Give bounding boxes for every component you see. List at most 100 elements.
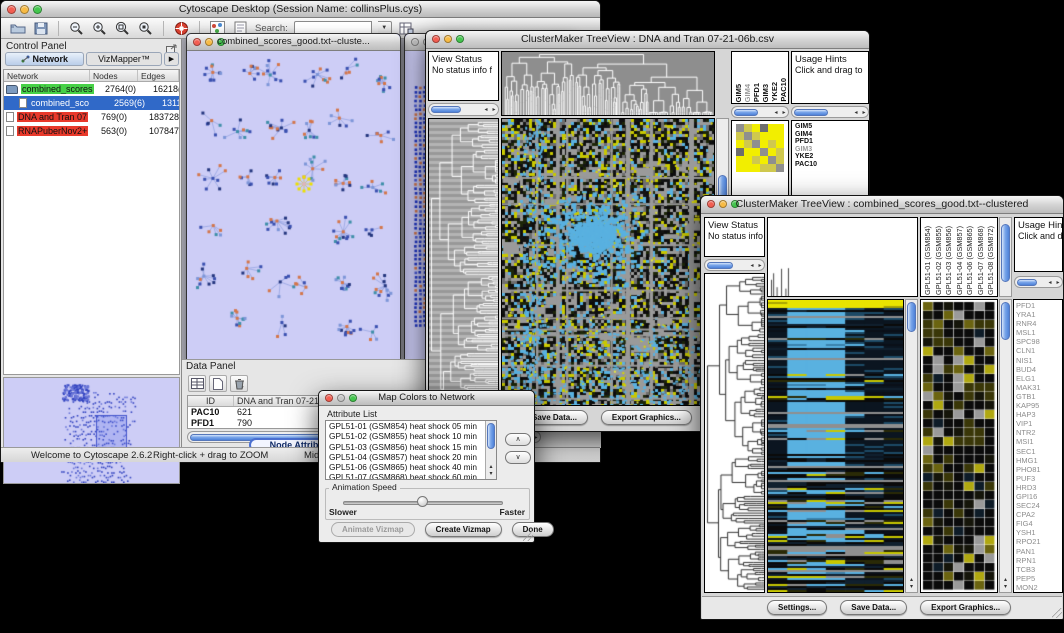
column-label[interactable]: GPL51-03 (GSM856) (944, 226, 955, 295)
scroll-right-icon[interactable]: ▸ (490, 106, 498, 113)
attribute-item[interactable]: GPL51-02 (GSM855) heat shock 10 min (326, 431, 496, 441)
slider-thumb[interactable] (417, 496, 428, 507)
scroll-right-icon[interactable]: ▸ (756, 262, 764, 269)
minimize-button[interactable] (205, 38, 213, 46)
minimize-button[interactable] (20, 5, 29, 14)
column-label[interactable]: GPL51-07 (GSM868) (976, 226, 987, 295)
row-label[interactable]: PAC10 (795, 161, 868, 169)
gene-label[interactable]: KAP95 (1016, 401, 1062, 410)
treeview-button[interactable]: Save Data... (840, 600, 907, 615)
move-down-button[interactable]: ∨ (505, 451, 531, 464)
scroll-left-icon[interactable]: ◂ (748, 262, 756, 269)
close-button[interactable] (7, 5, 16, 14)
tv2-titlebar[interactable]: ClusterMaker TreeView : combined_scores_… (701, 196, 1063, 214)
scroll-right-icon[interactable]: ▸ (780, 109, 788, 116)
column-label[interactable]: PFD1 (752, 83, 761, 102)
tv1-column-dendrogram-canvas[interactable] (502, 52, 714, 115)
tv1-heatmap[interactable] (501, 118, 715, 406)
gene-label[interactable]: YSH1 (1016, 528, 1062, 537)
attribute-item[interactable]: GPL51-01 (GSM854) heat shock 05 min (326, 421, 496, 431)
network-view-1-canvas[interactable] (188, 52, 399, 363)
close-button[interactable] (707, 200, 715, 208)
move-up-button[interactable]: ∧ (505, 433, 531, 446)
tv2-cluster-heatmap[interactable] (920, 299, 998, 593)
resize-grip[interactable] (1052, 608, 1062, 618)
gene-label[interactable]: NIS1 (1016, 356, 1062, 365)
gene-label[interactable]: PFD1 (1016, 301, 1062, 310)
tv1-titlebar[interactable]: ClusterMaker TreeView : DNA and Tran 07-… (426, 31, 869, 49)
tv1-status-hscrollbar[interactable]: ◂ ▸ (428, 103, 499, 116)
tv2-heatmap[interactable] (767, 299, 904, 593)
scroll-up-icon[interactable]: ▴ (489, 464, 492, 470)
scrollbar-thumb[interactable] (734, 109, 758, 116)
minimize-button[interactable] (337, 394, 345, 402)
gene-label[interactable]: HRD3 (1016, 483, 1062, 492)
resize-grip[interactable] (523, 531, 533, 541)
scrollbar-thumb[interactable] (707, 262, 733, 269)
tv2-row-dendrogram-canvas[interactable] (705, 274, 764, 592)
scroll-right-icon[interactable]: ▸ (860, 109, 868, 116)
gene-label[interactable]: FIG4 (1016, 519, 1062, 528)
scroll-up-icon[interactable]: ▴ (1004, 577, 1007, 583)
tv1-row-dendrogram[interactable] (428, 118, 499, 429)
scroll-down-icon[interactable]: ▾ (1004, 584, 1007, 590)
tv1-heatmap-canvas[interactable] (502, 119, 714, 405)
minimize-button[interactable] (719, 200, 727, 208)
gene-label[interactable]: MON2 (1016, 583, 1062, 592)
gene-label[interactable]: YRA1 (1016, 310, 1062, 319)
scroll-arrows[interactable]: ▴▾ (486, 464, 496, 478)
row-label[interactable]: GIM5 (795, 123, 868, 131)
dialog-button[interactable]: Animate Vizmap (331, 522, 415, 537)
tv2-column-dendrogram-canvas[interactable] (768, 218, 917, 296)
network-overview-canvas[interactable] (4, 378, 179, 483)
gene-label[interactable]: PUF3 (1016, 474, 1062, 483)
tv1-column-dendrogram[interactable] (501, 51, 715, 116)
network1-titlebar[interactable]: combined_scores_good.txt--cluste... (187, 34, 400, 51)
zoom-out-icon[interactable] (68, 20, 85, 36)
scrollbar-thumb[interactable] (1001, 224, 1010, 282)
gene-label[interactable]: HAP3 (1016, 410, 1062, 419)
row-label[interactable]: GIM3 (795, 146, 868, 154)
gene-label[interactable]: CPA2 (1016, 510, 1062, 519)
tv1-summary-heatmap[interactable] (736, 124, 784, 172)
close-button[interactable] (432, 35, 440, 43)
scroll-left-icon[interactable]: ◂ (1046, 279, 1054, 286)
network-row[interactable]: DNA and Tran 07 769(0) 183728(0) (4, 110, 179, 124)
gene-label[interactable]: SPC98 (1016, 337, 1062, 346)
gene-label[interactable]: GPI16 (1016, 492, 1062, 501)
zoom-in-icon[interactable] (91, 20, 108, 36)
scroll-right-icon[interactable]: ▸ (1054, 279, 1062, 286)
tv2-heatmap-canvas[interactable] (768, 300, 903, 592)
delete-attribute-icon[interactable] (230, 375, 248, 392)
attribute-item[interactable]: GPL51-03 (GSM856) heat shock 15 min (326, 442, 496, 452)
scrollbar-thumb[interactable] (907, 302, 916, 332)
gene-label[interactable]: GTB1 (1016, 392, 1062, 401)
scroll-left-icon[interactable]: ◂ (772, 109, 780, 116)
gene-label[interactable]: MAK31 (1016, 383, 1062, 392)
scroll-down-icon[interactable]: ▾ (489, 471, 492, 477)
col-network[interactable]: Network (4, 70, 90, 81)
attrlist-vscrollbar[interactable]: ▴▾ (485, 421, 496, 479)
gene-label[interactable]: VIP1 (1016, 419, 1062, 428)
open-session-icon[interactable] (9, 20, 26, 36)
tv1-hints-hscrollbar[interactable]: ◂ ▸ (791, 106, 869, 118)
scroll-left-icon[interactable]: ◂ (852, 109, 860, 116)
gene-label[interactable]: BUD4 (1016, 365, 1062, 374)
row-label[interactable]: PFD1 (795, 138, 868, 146)
treeview-button[interactable]: Export Graphics... (601, 410, 692, 425)
scroll-up-icon[interactable]: ▴ (910, 577, 913, 583)
treeview-button[interactable]: Export Graphics... (920, 600, 1011, 615)
save-session-icon[interactable] (32, 20, 49, 36)
scrollbar-thumb[interactable] (487, 423, 495, 449)
attribute-item[interactable]: GPL51-06 (GSM865) heat shock 40 min (326, 462, 496, 472)
column-label[interactable]: GPL51-01 (GSM854) (923, 226, 934, 295)
column-label[interactable]: PAC10 (779, 78, 788, 102)
column-label[interactable]: YKE2 (770, 82, 779, 102)
column-label[interactable]: GPL51-04 (GSM857) (955, 226, 966, 295)
zoom-fit-icon[interactable] (114, 20, 131, 36)
scrollbar-thumb[interactable] (1001, 302, 1010, 340)
main-titlebar[interactable]: Cytoscape Desktop (Session Name: collins… (1, 1, 600, 18)
tv2-status-hscrollbar[interactable]: ◂ ▸ (704, 259, 765, 271)
tv1-row-dendrogram-canvas[interactable] (429, 119, 498, 428)
gene-label[interactable]: SEC24 (1016, 501, 1062, 510)
